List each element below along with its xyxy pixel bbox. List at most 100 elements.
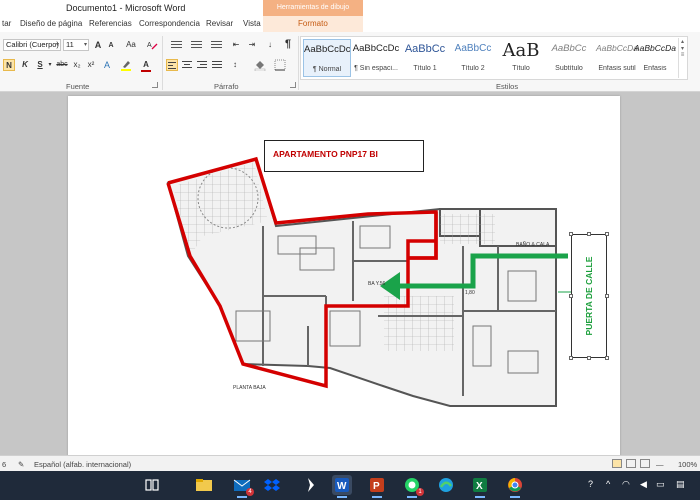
chevron-up-icon[interactable]: ^ [606, 479, 610, 489]
style-name: Título [512, 65, 530, 72]
svg-text:A: A [147, 42, 152, 49]
style-preview: AaBbCc [404, 43, 446, 55]
highlight-icon[interactable] [120, 59, 132, 71]
bold-button[interactable]: N [3, 59, 15, 71]
help-icon[interactable]: ? [588, 479, 593, 489]
style-titulo[interactable]: AaB Título [497, 39, 545, 77]
gallery-more-icon[interactable]: ≡ [679, 52, 686, 58]
task-view-icon[interactable] [142, 475, 162, 495]
style-sin-espaciado[interactable]: AaBbCcDc ¶ Sin espaci... [352, 39, 400, 77]
style-name: Subtítulo [555, 65, 583, 72]
powerpoint-icon[interactable]: P [367, 475, 387, 498]
full-screen-icon[interactable] [626, 459, 636, 468]
style-preview: AaBbCc [454, 43, 492, 54]
tab-correspondencia[interactable]: Correspondencia [139, 19, 200, 28]
line-spacing-icon[interactable]: ↕ [229, 59, 241, 71]
style-preview: AaB [502, 40, 540, 61]
borders-icon[interactable] [274, 59, 286, 71]
italic-button[interactable]: K [19, 59, 31, 71]
word-icon[interactable]: W [332, 475, 352, 498]
resize-handle[interactable] [605, 294, 609, 298]
style-titulo-1[interactable]: AaBbCc Título 1 [401, 39, 449, 77]
multilevel-list-icon[interactable] [207, 39, 223, 51]
group-label-estilos: Estilos [496, 82, 519, 91]
vpn-icon[interactable] [300, 475, 320, 495]
apartment-title-text: APARTAMENTO PNP17 BI [273, 149, 378, 159]
justify-icon[interactable] [211, 59, 223, 71]
tab-revisar[interactable]: Revisar [206, 19, 233, 28]
show-marks-button[interactable]: ¶ [282, 38, 294, 50]
style-enfasis[interactable]: AaBbCcDa Énfasis [631, 39, 679, 77]
tab-referencias[interactable]: Referencias [89, 19, 132, 28]
chrome-icon[interactable] [505, 475, 525, 498]
align-left-icon[interactable] [166, 59, 178, 71]
resize-handle[interactable] [587, 232, 591, 236]
group-separator [298, 36, 299, 90]
styles-gallery: AaBbCcDc ¶ Normal AaBbCcDc ¶ Sin espaci.… [300, 36, 688, 80]
language-indicator[interactable]: Español (alfab. internacional) [34, 460, 131, 469]
zoom-slider[interactable]: — [656, 460, 664, 469]
web-layout-icon[interactable] [640, 459, 650, 468]
chevron-down-icon[interactable]: ▾ [679, 45, 686, 52]
dropbox-icon[interactable] [262, 475, 282, 495]
font-dialog-launcher[interactable] [152, 82, 158, 88]
resize-handle[interactable] [569, 294, 573, 298]
document-page[interactable]: BA Y.56 BAÑO & CALA 1,80 PLANTA BAJA APA… [68, 96, 620, 458]
shrink-font-button[interactable]: A [105, 40, 117, 52]
increase-indent-icon[interactable]: ⇥ [246, 39, 258, 51]
resize-handle[interactable] [569, 232, 573, 236]
svg-text:A: A [104, 60, 110, 70]
apartment-title-box[interactable]: APARTAMENTO PNP17 BI [264, 140, 424, 172]
resize-handle[interactable] [605, 356, 609, 360]
volume-icon[interactable]: ◀ [640, 479, 647, 490]
resize-handle[interactable] [605, 232, 609, 236]
zoom-level[interactable]: 100% [678, 460, 697, 469]
subscript-button[interactable]: x₂ [71, 59, 83, 71]
gallery-scroll[interactable]: ▴ ▾ ≡ [678, 38, 686, 78]
text-effects-icon[interactable]: A [102, 59, 114, 71]
tab-diseno-pagina[interactable]: Diseño de página [20, 19, 82, 28]
paragraph-dialog-launcher[interactable] [290, 82, 296, 88]
notification-icon[interactable]: ▤ [676, 479, 685, 490]
clear-format-icon[interactable]: A [146, 39, 158, 51]
resize-handle[interactable] [587, 356, 591, 360]
resize-handle[interactable] [569, 356, 573, 360]
group-separator [162, 36, 163, 90]
superscript-button[interactable]: x² [85, 59, 97, 71]
style-titulo-2[interactable]: AaBbCc Título 2 [449, 39, 497, 77]
edge-icon[interactable] [436, 475, 456, 495]
decrease-indent-icon[interactable]: ⇤ [230, 39, 242, 51]
page-indicator[interactable]: 6 [2, 460, 6, 469]
align-center-icon[interactable] [181, 59, 193, 71]
style-normal[interactable]: AaBbCcDc ¶ Normal [303, 39, 351, 77]
bullets-icon[interactable] [167, 39, 183, 51]
style-subtitulo[interactable]: AaBbCc Subtítulo [545, 39, 593, 77]
proofing-icon[interactable]: ✎ [18, 460, 24, 469]
room-label: 1,80 [465, 290, 475, 296]
style-name: Título 2 [461, 65, 485, 72]
align-right-icon[interactable] [196, 59, 208, 71]
mail-icon[interactable]: 4 [232, 475, 254, 498]
document-area: BA Y.56 BAÑO & CALA 1,80 PLANTA BAJA APA… [0, 92, 700, 458]
shading-icon[interactable] [254, 59, 266, 72]
font-name-combo[interactable]: Calibri (Cuerpo) ▾ [3, 39, 61, 51]
print-layout-icon[interactable] [612, 459, 622, 468]
excel-icon[interactable]: X [470, 475, 490, 498]
chevron-up-icon[interactable]: ▴ [679, 38, 686, 45]
wifi-icon[interactable]: ◠ [622, 479, 630, 490]
tab-formato[interactable]: Formato [298, 19, 328, 28]
numbering-icon[interactable] [187, 39, 203, 51]
change-case-button[interactable]: Aa [123, 39, 139, 51]
tab-vista[interactable]: Vista [243, 19, 261, 28]
font-size-combo[interactable]: 11 ▾ [63, 39, 89, 51]
status-bar: 6 ✎ Español (alfab. internacional) — 100… [0, 455, 700, 471]
grow-font-button[interactable]: A [92, 39, 104, 51]
network-icon[interactable]: ▭ [656, 479, 665, 490]
file-explorer-icon[interactable] [194, 475, 214, 495]
strikethrough-button[interactable]: abc [54, 59, 70, 71]
tab-inicio[interactable]: tar [2, 19, 11, 28]
sort-icon[interactable]: ↓ [264, 39, 276, 51]
street-door-textbox[interactable]: PUERTA DE CALLE [569, 232, 609, 360]
whatsapp-icon[interactable]: 1 [402, 475, 424, 498]
taskbar: 4 W P 1 X ? ^ ◠ ◀ ▭ ▤ [0, 471, 700, 500]
